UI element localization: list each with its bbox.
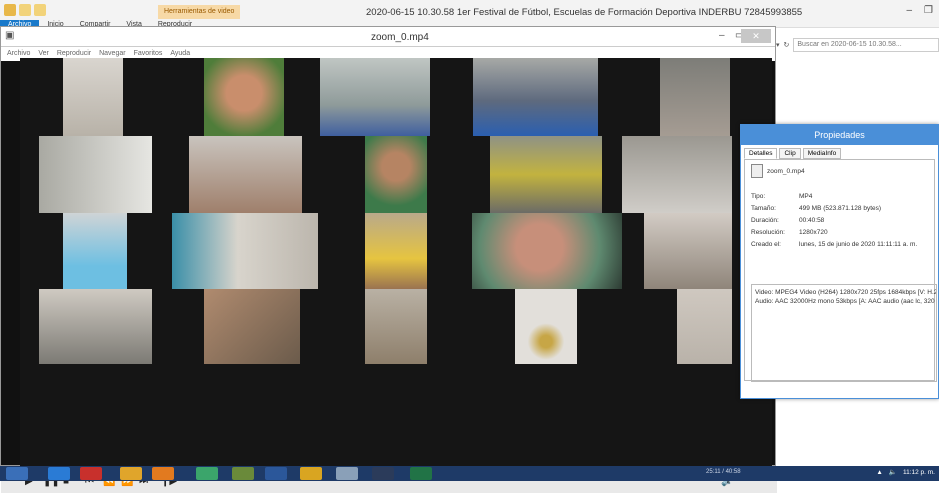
search-input[interactable]: Buscar en 2020-06-15 10.30.58... [793, 38, 939, 52]
video-file-icon [751, 164, 763, 178]
properties-dialog: Propiedades Detalles Clip MediaInfo zoom… [740, 124, 939, 399]
app-icon: ▣ [5, 30, 15, 41]
media-player-window: ▣ zoom_0.mp4 – ▭ ✕ Archivo Ver Reproduci… [0, 26, 777, 493]
folder-icon[interactable] [4, 4, 16, 16]
address-row: ▾ ↻ Buscar en 2020-06-15 10.30.58... [776, 36, 939, 54]
maximize-icon[interactable]: ❐ [924, 5, 933, 16]
minimize-icon[interactable]: – [719, 30, 725, 41]
photoshop-icon[interactable] [372, 467, 394, 480]
player-title: zoom_0.mp4 [371, 32, 429, 43]
property-key: Resolución: [751, 228, 785, 236]
explorer-window-controls: – ❐ [906, 5, 933, 16]
property-value: 1280x720 [799, 228, 828, 236]
file-name: zoom_0.mp4 [767, 167, 805, 175]
tab-detalles[interactable]: Detalles [744, 148, 778, 159]
video-tile [490, 136, 602, 213]
video-tile [189, 136, 302, 213]
taskbar: 25:11 / 40:58 ▲ 🔈 11:12 p. m. [0, 466, 939, 481]
network-icon[interactable]: ▲ [876, 469, 882, 476]
video-tile [677, 289, 732, 364]
word-icon[interactable] [265, 467, 287, 480]
media-icon[interactable] [152, 467, 174, 480]
video-tile [365, 213, 427, 289]
tab-mediainfo[interactable]: MediaInfo [802, 148, 842, 159]
new-folder-icon[interactable] [34, 4, 46, 16]
player-titlebar: ▣ zoom_0.mp4 – ▭ ✕ [1, 27, 775, 47]
video-tile [204, 289, 300, 364]
property-row: Tamaño: 499 MB (523.871.128 bytes) [751, 202, 928, 214]
start-icon[interactable] [6, 467, 28, 480]
video-tile [63, 213, 127, 289]
video-stream-info: Video: MPEG4 Video (H264) 1280x720 25fps… [755, 289, 937, 296]
property-key: Creado el: [751, 240, 781, 248]
chrome-icon[interactable] [120, 467, 142, 480]
properties-title: Propiedades [741, 125, 938, 145]
video-tile [472, 213, 622, 289]
file-explorer-icon[interactable] [300, 467, 322, 480]
quick-access-toolbar [4, 4, 46, 16]
video-tile [320, 58, 430, 136]
player-time: 25:11 / 40:58 [706, 469, 741, 475]
property-row: Creado el: lunes, 15 de junio de 2020 11:… [751, 238, 928, 250]
properties-icon[interactable] [19, 4, 31, 16]
property-value: 499 MB (523.871.128 bytes) [799, 204, 882, 212]
video-tile [660, 58, 730, 136]
system-tray: ▲ 🔈 11:12 p. m. [876, 468, 935, 477]
video-tile [39, 289, 152, 364]
minimize-icon[interactable]: – [906, 5, 912, 16]
audio-stream-info: Audio: AAC 32000Hz mono 53kbps [A: AAC a… [755, 298, 935, 305]
app-icon[interactable] [232, 467, 254, 480]
app-icon[interactable] [196, 467, 218, 480]
properties-tabs: Detalles Clip MediaInfo [741, 145, 938, 159]
video-tile [365, 289, 427, 364]
property-row: Resolución: 1280x720 [751, 226, 928, 238]
file-name-row: zoom_0.mp4 [751, 164, 928, 178]
excel-icon[interactable] [410, 467, 432, 480]
stream-info-box[interactable]: Video: MPEG4 Video (H264) 1280x720 25fps… [751, 284, 937, 382]
property-key: Duración: [751, 216, 779, 224]
app-icon[interactable] [336, 467, 358, 480]
video-frame[interactable] [20, 58, 772, 466]
property-key: Tipo: [751, 192, 766, 200]
video-tile [63, 58, 123, 136]
explorer-window-title: 2020-06-15 10.30.58 1er Festival de Fútb… [366, 7, 803, 18]
properties-body: zoom_0.mp4 Tipo: MP4 Tamaño: 499 MB (523.8… [744, 159, 937, 382]
property-value: 00:40:58 [799, 216, 825, 224]
property-value: lunes, 15 de junio de 2020 11:11:11 a. m… [799, 240, 918, 248]
property-row: Tipo: MP4 [751, 190, 928, 202]
video-tile [622, 136, 732, 213]
ie-icon[interactable] [48, 467, 70, 480]
property-key: Tamaño: [751, 204, 776, 212]
property-value: MP4 [799, 192, 813, 200]
chevron-down-icon[interactable]: ▾ [776, 41, 780, 49]
video-tile [515, 289, 577, 364]
video-tile [39, 136, 152, 213]
clock[interactable]: 11:12 p. m. [903, 469, 935, 476]
refresh-icon[interactable]: ↻ [784, 41, 790, 49]
video-tile [473, 58, 598, 136]
video-tools-tab[interactable]: Herramientas de video [158, 5, 241, 19]
video-tile [204, 58, 284, 136]
property-row: Duración: 00:40:58 [751, 214, 928, 226]
video-tile [365, 136, 427, 213]
volume-icon[interactable]: 🔈 [889, 468, 897, 476]
close-button[interactable]: ✕ [741, 29, 771, 43]
video-tile [644, 213, 732, 289]
video-tile [172, 213, 318, 289]
pdf-icon[interactable] [80, 467, 102, 480]
tab-clip[interactable]: Clip [779, 148, 801, 159]
